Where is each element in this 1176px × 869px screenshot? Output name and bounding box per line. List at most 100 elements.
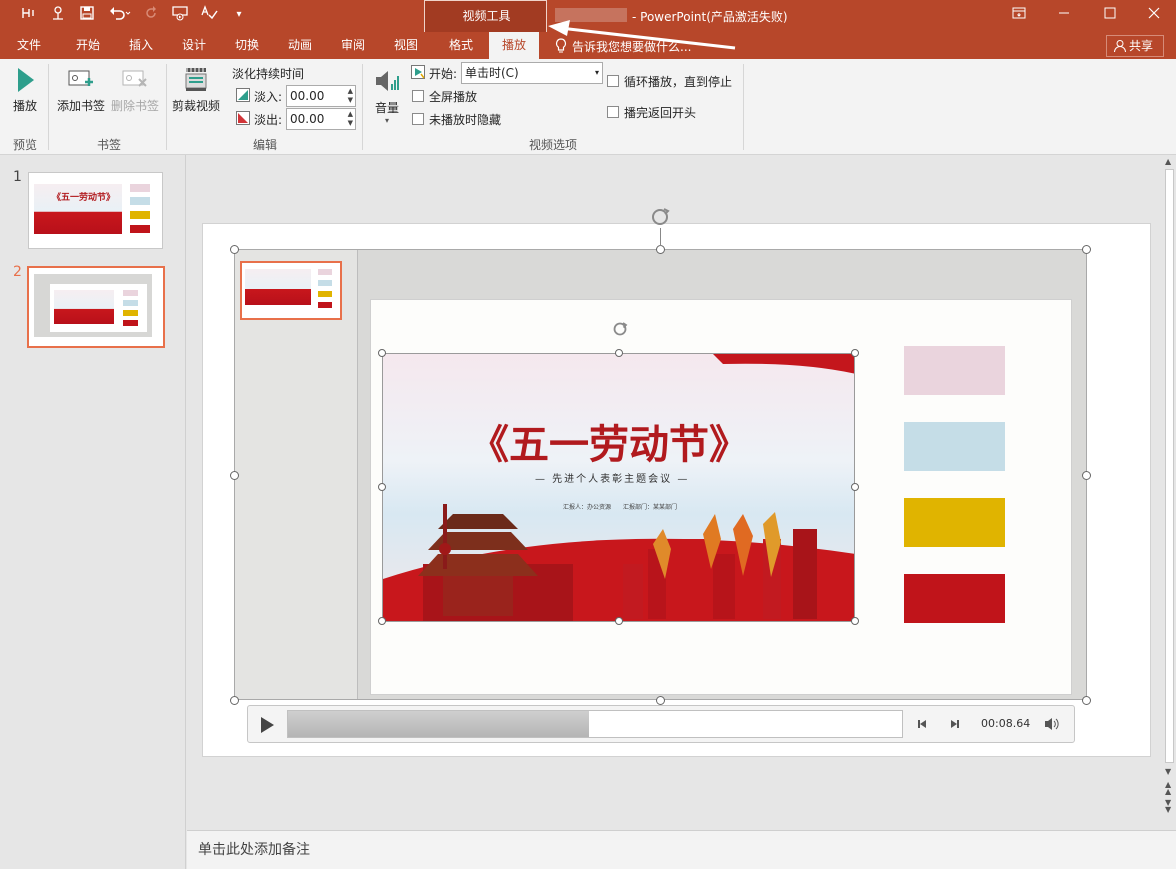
vertical-scrollbar[interactable]: ▲ ▼ ▲ ▲ ▼ ▼ [1163, 155, 1176, 830]
slide-subtitle: — 先进个人表彰主题会议 — [535, 474, 690, 485]
thumbnail-title: 《五一劳动节》 [52, 193, 116, 203]
video-thumbnail-slide [240, 261, 342, 320]
play-icon[interactable] [258, 715, 276, 735]
fade-out-value: 00.00 [290, 112, 325, 126]
scroll-thumb[interactable] [1165, 169, 1174, 763]
color-swatch-yellow[interactable] [904, 498, 1005, 547]
group-label-preview: 预览 [12, 138, 37, 152]
resize-handle[interactable] [656, 245, 665, 254]
trim-video-icon [185, 68, 207, 91]
play-button[interactable]: 播放 [8, 66, 42, 118]
resize-handle[interactable] [378, 617, 386, 625]
notes-pane[interactable]: 单击此处添加备注 [187, 830, 1176, 869]
scroll-up-icon[interactable]: ▲ [1165, 157, 1171, 166]
resize-handle[interactable] [1082, 696, 1091, 705]
scroll-down-icon[interactable]: ▼ [1165, 767, 1171, 776]
start-dropdown[interactable]: 单击时(C) ▾ [461, 62, 603, 84]
close-button[interactable] [1131, 0, 1176, 32]
tab-animations[interactable]: 动画 [278, 32, 322, 59]
resize-handle[interactable] [615, 349, 623, 357]
spelling-icon[interactable] [199, 5, 219, 25]
resize-handle[interactable] [851, 617, 859, 625]
slide-title: 《五一劳动节》 [469, 421, 749, 468]
step-back-icon[interactable] [915, 717, 929, 731]
save-icon[interactable] [77, 5, 97, 25]
progress-track[interactable] [287, 710, 903, 738]
customize-qat-icon[interactable]: ▾ [229, 5, 249, 25]
color-swatch [130, 197, 150, 205]
group-divider [743, 64, 744, 150]
tab-format[interactable]: 格式 [437, 32, 485, 59]
tab-design[interactable]: 设计 [172, 32, 216, 59]
add-bookmark-icon [68, 70, 93, 86]
group-divider [166, 64, 167, 150]
undo-icon[interactable] [107, 5, 133, 25]
fade-in-spinner[interactable]: 00.00 ▲ ▼ [286, 85, 356, 107]
step-forward-icon[interactable] [948, 717, 962, 731]
resize-handle[interactable] [851, 349, 859, 357]
color-swatch-pink[interactable] [904, 346, 1005, 395]
resize-handle[interactable] [615, 617, 623, 625]
resize-handle[interactable] [1082, 471, 1091, 480]
share-button[interactable]: 共享 [1106, 35, 1164, 57]
tab-home[interactable]: 开始 [66, 32, 110, 59]
ribbon-display-options-icon[interactable] [996, 0, 1042, 32]
trim-video-button[interactable]: 剪裁视频 [170, 64, 222, 118]
person-icon [1114, 40, 1126, 53]
slide-department: 汇报部门：某某部门 [623, 504, 678, 511]
fade-out-spinner[interactable]: 00.00 ▲ ▼ [286, 108, 356, 130]
tab-view[interactable]: 视图 [384, 32, 428, 59]
add-bookmark-button[interactable]: 添加书签 [54, 66, 108, 118]
resize-handle[interactable] [656, 696, 665, 705]
rotate-handle-icon[interactable] [610, 320, 630, 338]
next-slide-icon[interactable]: ▼ ▼ [1165, 799, 1171, 814]
color-swatch [123, 290, 138, 296]
color-swatch-red[interactable] [904, 574, 1005, 623]
slide-thumbnail-pane [0, 155, 186, 869]
slide-thumbnail-1[interactable]: 《五一劳动节》 [28, 172, 163, 249]
tab-playback[interactable]: 播放 [489, 32, 539, 59]
minimize-button[interactable] [1041, 0, 1087, 32]
play-label: 播放 [12, 99, 37, 113]
volume-button[interactable]: 音量 ▾ [368, 66, 406, 128]
thumbnail-number: 2 [13, 264, 22, 280]
fullscreen-checkbox[interactable] [412, 90, 424, 102]
resize-handle[interactable] [230, 471, 239, 480]
resize-handle[interactable] [1082, 245, 1091, 254]
slide-reporter: 汇报人：办公资源 [563, 504, 612, 511]
fade-in-label: 淡入: [254, 90, 283, 104]
resize-handle[interactable] [378, 483, 386, 491]
resize-handle[interactable] [230, 696, 239, 705]
slide-picture[interactable]: 《五一劳动节》 — 先进个人表彰主题会议 — 汇报人：办公资源 汇报部门：某某部… [382, 353, 855, 622]
play-icon [18, 68, 34, 92]
slideshow-start-icon[interactable] [48, 5, 68, 25]
resize-handle[interactable] [230, 245, 239, 254]
from-beginning-icon[interactable] [170, 5, 190, 25]
tab-file[interactable]: 文件 [8, 32, 50, 59]
touch-mode-icon[interactable] [18, 5, 38, 25]
delete-bookmark-label: 删除书签 [110, 99, 159, 113]
context-group-title: 视频工具 [462, 9, 511, 23]
spinner-arrows-icon[interactable]: ▲ ▼ [348, 87, 353, 105]
color-swatch [130, 211, 150, 219]
previous-slide-icon[interactable]: ▲ ▲ [1165, 781, 1171, 796]
fullscreen-label: 全屏播放 [429, 90, 478, 104]
volume-icon[interactable] [1043, 716, 1061, 732]
tab-review[interactable]: 审阅 [331, 32, 375, 59]
start-value: 单击时(C) [465, 66, 519, 80]
color-swatch-blue[interactable] [904, 422, 1005, 471]
maximize-button[interactable] [1087, 0, 1133, 32]
tab-transitions[interactable]: 切换 [225, 32, 269, 59]
add-bookmark-label: 添加书签 [56, 99, 105, 113]
resize-handle[interactable] [378, 349, 386, 357]
loop-checkbox[interactable] [607, 75, 619, 87]
tab-insert[interactable]: 插入 [119, 32, 163, 59]
slide-thumbnail-2[interactable] [27, 266, 165, 348]
hide-not-playing-checkbox[interactable] [412, 113, 424, 125]
rewind-label: 播完返回开头 [624, 106, 697, 120]
spinner-arrows-icon[interactable]: ▲ ▼ [348, 110, 353, 128]
fade-duration-title: 淡化持续时间 [232, 67, 305, 81]
resize-handle[interactable] [851, 483, 859, 491]
rewind-checkbox[interactable] [607, 106, 619, 118]
rotate-handle-icon[interactable] [648, 206, 672, 228]
